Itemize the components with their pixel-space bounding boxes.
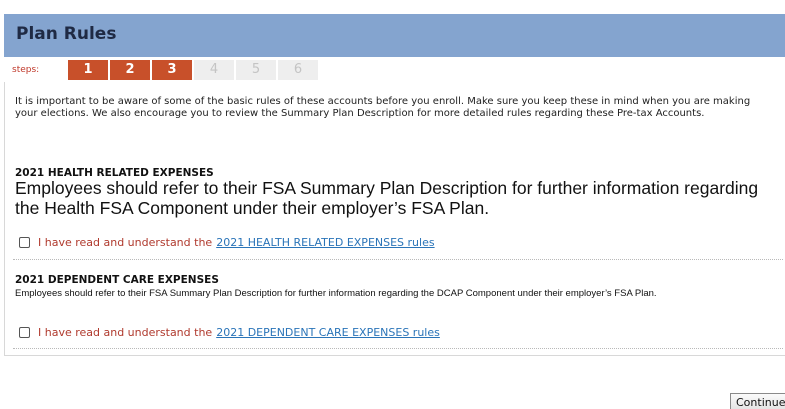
dependent-care-section-description: Employees should refer to their FSA Summ… <box>15 288 657 299</box>
health-section-description: Employees should refer to their FSA Summ… <box>15 178 759 218</box>
dependent-care-section-title: 2021 DEPENDENT CARE EXPENSES <box>15 274 219 286</box>
page-header: Plan Rules <box>4 14 785 57</box>
section-divider <box>13 259 783 260</box>
continue-button[interactable]: Continue <box>730 393 785 409</box>
step-5: 5 <box>236 60 276 80</box>
step-2: 2 <box>110 60 150 80</box>
step-3: 3 <box>152 60 192 80</box>
dependent-care-rules-checkbox[interactable] <box>19 326 30 338</box>
steps-label: steps: <box>12 65 40 75</box>
page-title: Plan Rules <box>16 24 117 44</box>
health-rules-checkbox[interactable] <box>19 236 30 248</box>
plan-rules-page: Plan Rules steps: 1 2 3 4 5 6 It is impo… <box>0 0 785 409</box>
health-rules-link[interactable]: 2021 HEALTH RELATED EXPENSES rules <box>216 236 434 249</box>
health-acknowledgement: I have read and understand the 2021 HEAL… <box>19 234 435 250</box>
intro-text: It is important to be aware of some of t… <box>15 96 751 119</box>
step-4: 4 <box>194 60 234 80</box>
step-1: 1 <box>68 60 108 80</box>
section-divider <box>13 348 783 349</box>
health-ack-text: I have read and understand the <box>38 235 213 249</box>
dependent-care-ack-text: I have read and understand the <box>38 325 213 339</box>
rules-content: It is important to be aware of some of t… <box>4 82 785 356</box>
steps-progress: steps: 1 2 3 4 5 6 <box>4 57 785 82</box>
dependent-care-acknowledgement: I have read and understand the 2021 DEPE… <box>19 324 440 340</box>
step-6: 6 <box>278 60 318 80</box>
dependent-care-rules-link[interactable]: 2021 DEPENDENT CARE EXPENSES rules <box>216 326 440 339</box>
